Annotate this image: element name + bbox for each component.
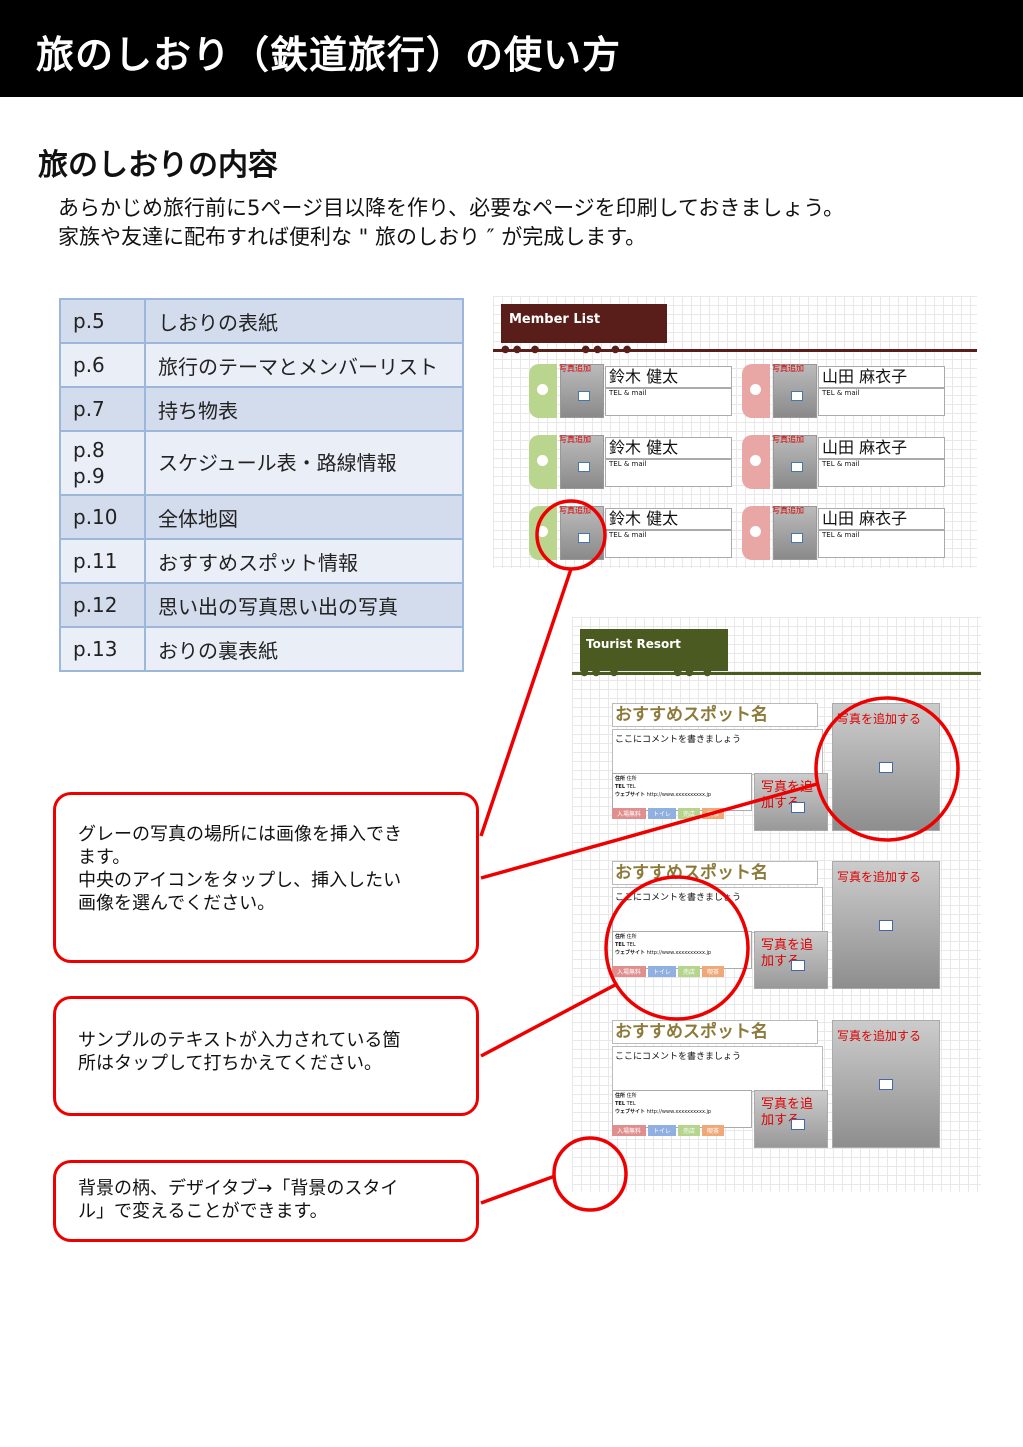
annotation-overlay bbox=[479, 499, 960, 1212]
leader-line bbox=[480, 983, 616, 1058]
highlight-circle bbox=[814, 696, 960, 842]
leader-line bbox=[479, 568, 573, 837]
leader-line bbox=[480, 782, 818, 880]
highlight-circle bbox=[535, 499, 607, 571]
leader-line bbox=[480, 1174, 556, 1205]
highlight-circle bbox=[552, 1136, 628, 1212]
highlight-circle bbox=[604, 875, 750, 1021]
